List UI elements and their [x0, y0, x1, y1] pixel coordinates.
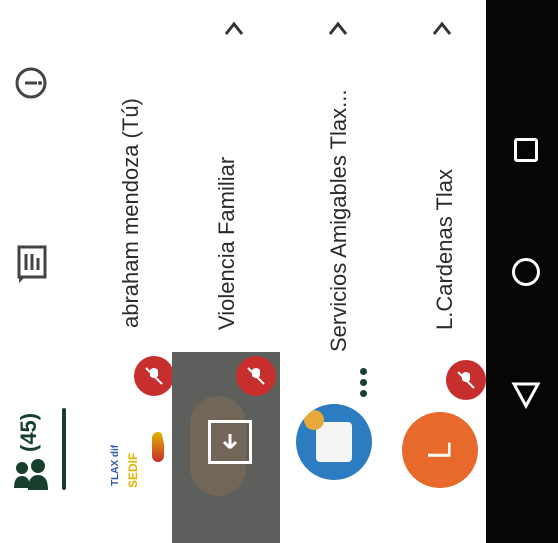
tlax-logo-text: TLAX dif — [110, 444, 121, 486]
muted-mic-icon — [134, 356, 174, 396]
participant-name: abraham mendoza (Tú) — [118, 98, 143, 328]
recents-icon[interactable] — [514, 138, 538, 162]
home-icon[interactable] — [512, 258, 540, 286]
people-icon[interactable] — [12, 458, 52, 499]
system-nav-bar — [486, 0, 558, 543]
muted-mic-icon — [446, 360, 486, 400]
participant-row[interactable]: TLAX dif SEDIF abraham mendoza (Tú) — [96, 0, 174, 543]
avatar — [296, 404, 372, 480]
avatar: L — [402, 412, 478, 488]
chat-icon[interactable] — [16, 244, 48, 289]
participant-name: L.Cardenas Tlax — [432, 168, 457, 330]
participant-name: Violencia Familiar — [214, 156, 239, 330]
sedif-logo-text: SEDIF — [126, 452, 140, 488]
chevron-up-icon[interactable] — [430, 20, 454, 43]
avatar-logo-accent — [304, 410, 324, 430]
chevron-up-icon[interactable] — [222, 20, 246, 43]
participant-name: Servicios Amigables Tlax... — [326, 89, 351, 352]
back-icon[interactable] — [510, 378, 542, 415]
meeting-participants-screen: (45) TLAX dif SEDIF abraham mendoza (Tú)… — [0, 0, 558, 543]
share-screen-icon[interactable] — [208, 420, 252, 464]
more-options-icon[interactable] — [360, 368, 368, 398]
avatar: TLAX dif SEDIF — [102, 402, 166, 530]
participants-tab-strip: (45) — [0, 0, 96, 543]
logo-mark — [152, 432, 164, 462]
chevron-up-icon[interactable] — [326, 20, 350, 43]
info-icon[interactable] — [14, 66, 48, 105]
participants-count[interactable]: (45) — [16, 413, 42, 452]
avatar-letter: L — [421, 441, 458, 459]
tab-active-indicator — [62, 408, 66, 490]
muted-mic-icon — [236, 356, 276, 396]
avatar-logo — [316, 422, 352, 462]
